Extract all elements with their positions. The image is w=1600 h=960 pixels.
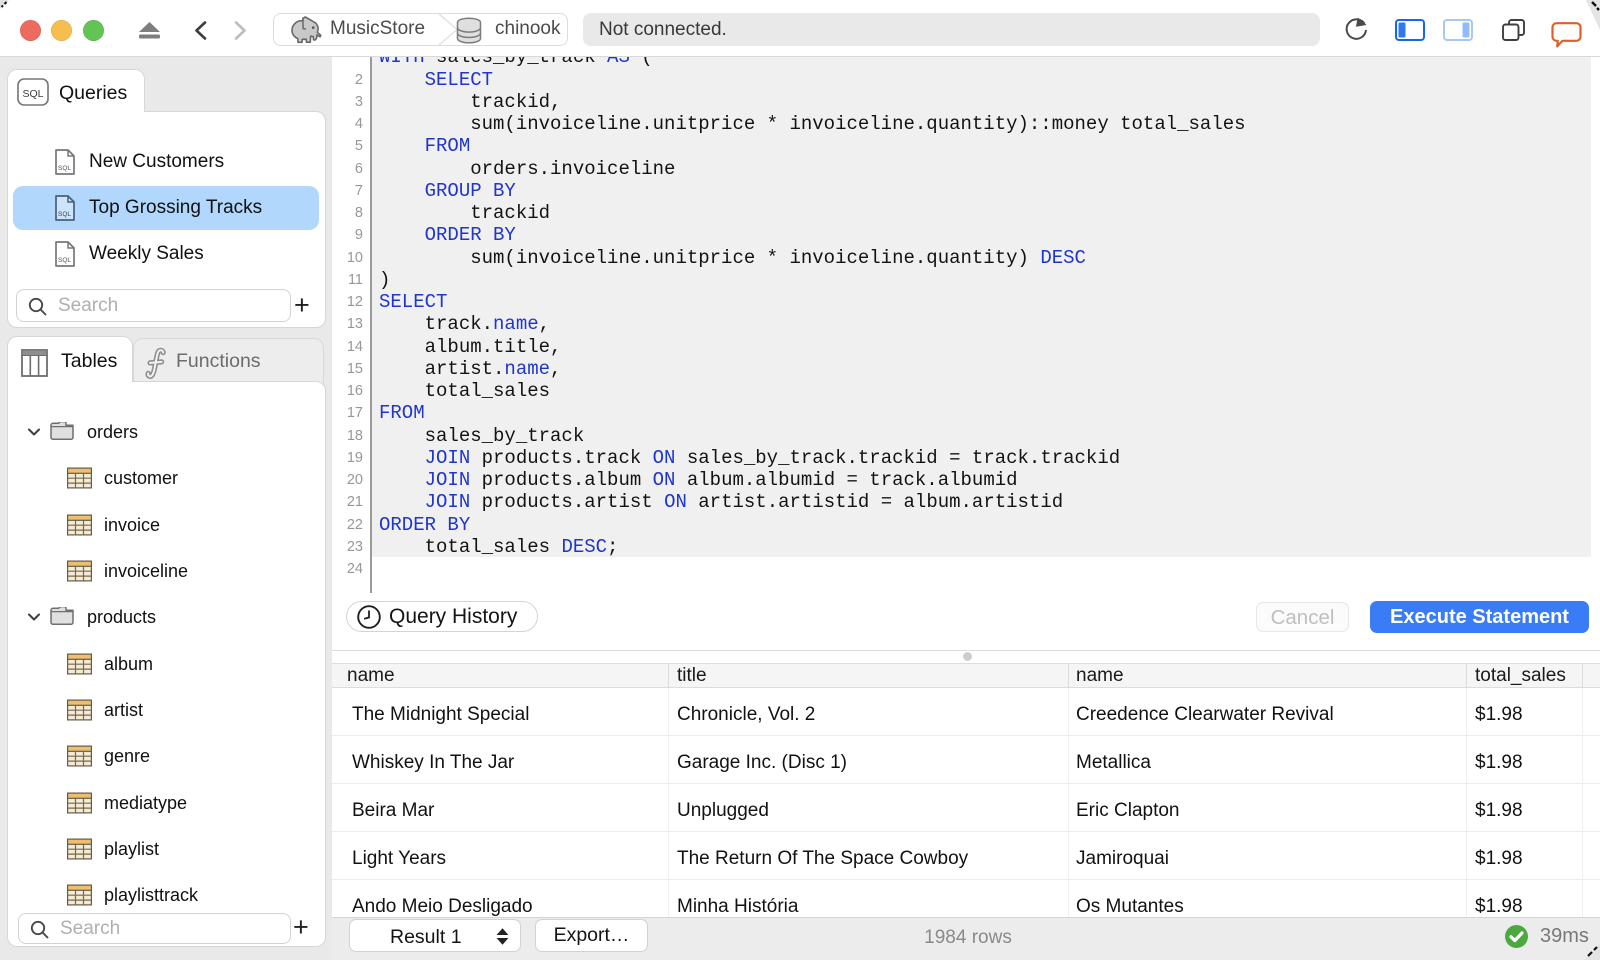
svg-text:SQL: SQL bbox=[22, 88, 43, 100]
svg-text:SQL: SQL bbox=[58, 257, 71, 264]
svg-text:SQL: SQL bbox=[58, 211, 71, 218]
svg-text:SQL: SQL bbox=[58, 165, 71, 172]
